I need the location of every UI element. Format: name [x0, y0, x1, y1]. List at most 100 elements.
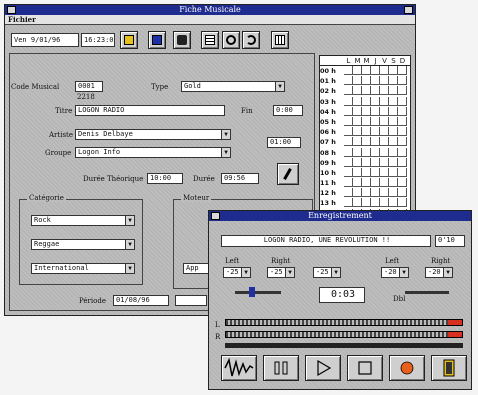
tool-button[interactable] [277, 163, 299, 185]
prev-button[interactable] [222, 31, 240, 49]
grid-cell[interactable] [353, 127, 362, 137]
grid-cell[interactable] [380, 167, 389, 177]
level-right-input[interactable]: -25 ▼ [267, 267, 295, 278]
grid-cell[interactable] [353, 66, 362, 75]
grid-cell[interactable] [362, 127, 371, 137]
grid-cell[interactable] [353, 167, 362, 177]
app-field[interactable]: App [183, 263, 211, 274]
grid-cell[interactable] [398, 147, 407, 157]
balance-thumb[interactable] [249, 287, 255, 297]
grid-cell[interactable] [398, 188, 407, 198]
grid-cell[interactable] [389, 198, 398, 208]
grid-cell[interactable] [398, 86, 407, 96]
list-button[interactable] [201, 31, 219, 49]
play-button[interactable] [305, 355, 341, 381]
grid-cell[interactable] [371, 76, 380, 86]
grid-cell[interactable] [398, 137, 407, 147]
grid-cell[interactable] [380, 157, 389, 167]
grid-cell[interactable] [389, 116, 398, 126]
mode-slider[interactable] [405, 291, 449, 294]
grid-cell[interactable] [353, 96, 362, 106]
pause-button[interactable] [263, 355, 299, 381]
grid-cell[interactable] [371, 137, 380, 147]
grid-cell[interactable] [362, 157, 371, 167]
grid-cell[interactable] [362, 167, 371, 177]
grid-cell[interactable] [389, 188, 398, 198]
grid-cell[interactable] [362, 116, 371, 126]
artiste-select[interactable]: Denis Delbaye ▼ [75, 129, 231, 140]
grid-cell[interactable] [398, 127, 407, 137]
grid-cell[interactable] [344, 116, 353, 126]
grid-cell[interactable] [389, 127, 398, 137]
category-select-2[interactable]: Reggae ▼ [31, 239, 135, 250]
grid-cell[interactable] [398, 106, 407, 116]
grid-cell[interactable] [344, 127, 353, 137]
grid-cell[interactable] [362, 178, 371, 188]
grid-cell[interactable] [371, 86, 380, 96]
grid-cell[interactable] [344, 198, 353, 208]
grid-cell[interactable] [398, 157, 407, 167]
grid-cell[interactable] [344, 106, 353, 116]
menu-fichier[interactable]: Fichier [8, 15, 36, 24]
save-button[interactable] [148, 31, 166, 49]
periode-field[interactable]: 01/08/96 [113, 295, 169, 306]
grid-cell[interactable] [344, 96, 353, 106]
grid-cell[interactable] [389, 167, 398, 177]
waveform-button[interactable] [221, 355, 257, 381]
grid-cell[interactable] [380, 86, 389, 96]
grid-cell[interactable] [353, 106, 362, 116]
grid-cell[interactable] [371, 147, 380, 157]
grid-cell[interactable] [353, 147, 362, 157]
grid-cell[interactable] [362, 147, 371, 157]
periode-end-field[interactable] [175, 295, 207, 306]
grid-cell[interactable] [344, 76, 353, 86]
category-select-1[interactable]: Rock ▼ [31, 215, 135, 226]
grid-cell[interactable] [398, 198, 407, 208]
grid-cell[interactable] [353, 188, 362, 198]
grid-cell[interactable] [398, 66, 407, 75]
grid-cell[interactable] [371, 96, 380, 106]
grid-cell[interactable] [371, 127, 380, 137]
level-left-input[interactable]: -25 ▼ [223, 267, 251, 278]
grid-cell[interactable] [398, 167, 407, 177]
grid-cell[interactable] [389, 157, 398, 167]
groupe-select[interactable]: Logon Info ▼ [75, 147, 231, 158]
fin-field[interactable]: 0:00 [273, 105, 303, 116]
out-left-input[interactable]: -20 ▼ [381, 267, 409, 278]
grid-cell[interactable] [353, 76, 362, 86]
grid-cell[interactable] [353, 178, 362, 188]
grid-cell[interactable] [389, 106, 398, 116]
duree-theorique-field[interactable]: 10:00 [147, 173, 183, 184]
grid-cell[interactable] [380, 96, 389, 106]
grid-cell[interactable] [362, 96, 371, 106]
category-select-3[interactable]: International ▼ [31, 263, 135, 274]
code-field[interactable]: 0001 [75, 81, 103, 92]
balance-slider[interactable] [235, 291, 281, 294]
grid-cell[interactable] [353, 198, 362, 208]
grid-cell[interactable] [389, 178, 398, 188]
note-button[interactable] [120, 31, 138, 49]
grid-cell[interactable] [353, 157, 362, 167]
grid-cell[interactable] [371, 116, 380, 126]
grid-cell[interactable] [398, 178, 407, 188]
grid-cell[interactable] [380, 188, 389, 198]
grid-cell[interactable] [362, 188, 371, 198]
grid-cell[interactable] [362, 86, 371, 96]
grid-cell[interactable] [353, 137, 362, 147]
grid-cell[interactable] [380, 127, 389, 137]
grid-cell[interactable] [380, 116, 389, 126]
extra-field[interactable]: 01:00 [267, 137, 301, 148]
system-menu-icon[interactable] [211, 212, 220, 220]
next-button[interactable] [242, 31, 260, 49]
grid-cell[interactable] [371, 198, 380, 208]
grid-cell[interactable] [344, 188, 353, 198]
grid-cell[interactable] [344, 178, 353, 188]
record-button[interactable] [389, 355, 425, 381]
grid-cell[interactable] [353, 86, 362, 96]
grid-cell[interactable] [344, 137, 353, 147]
maximize-icon[interactable] [404, 6, 413, 14]
grid-cell[interactable] [389, 76, 398, 86]
grid-cell[interactable] [398, 96, 407, 106]
grid-cell[interactable] [362, 198, 371, 208]
grid-cell[interactable] [371, 167, 380, 177]
